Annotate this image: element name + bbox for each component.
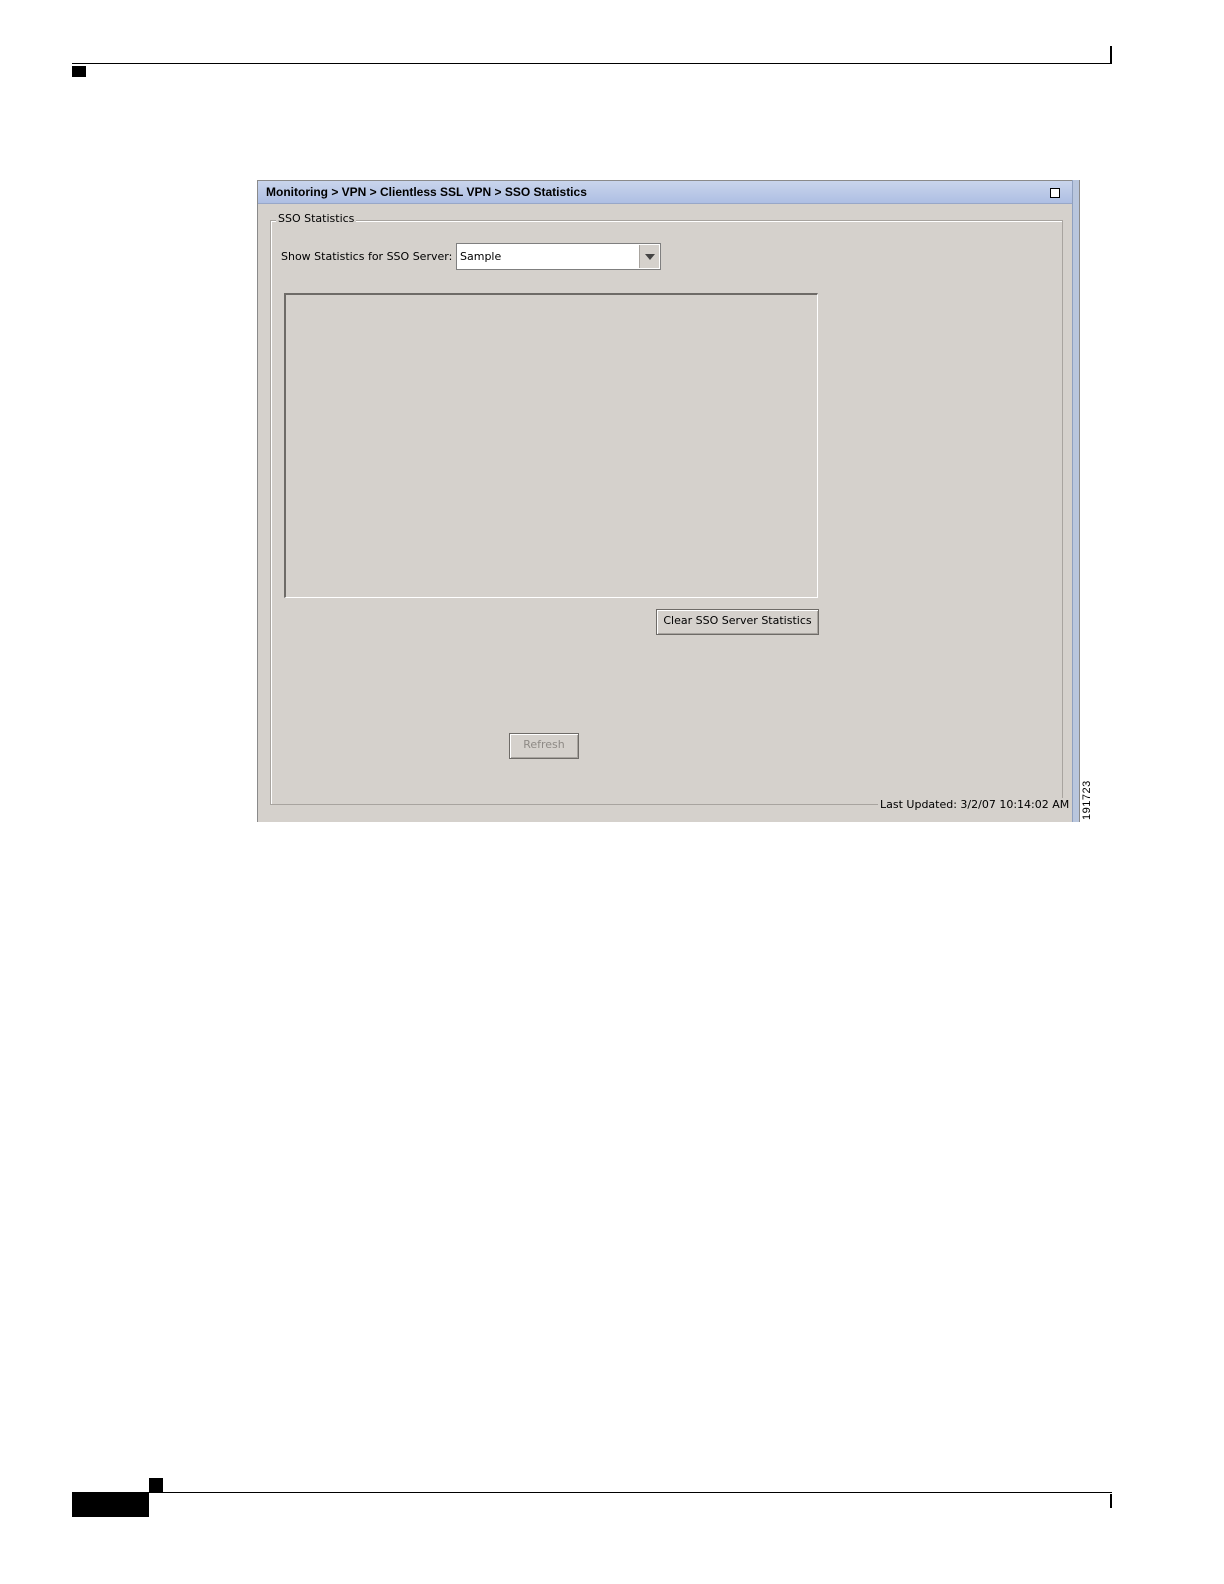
sso-statistics-window: Monitoring > VPN > Clientless SSL VPN > … (257, 180, 1077, 822)
page-footer-rule (72, 1492, 1112, 1493)
chevron-down-icon[interactable] (639, 245, 659, 268)
refresh-button[interactable]: Refresh (509, 733, 579, 759)
clear-sso-statistics-button[interactable]: Clear SSO Server Statistics (656, 609, 819, 635)
sso-server-select[interactable]: Sample (456, 243, 661, 270)
group-legend: SSO Statistics (276, 212, 357, 225)
title-bar: Monitoring > VPN > Clientless SSL VPN > … (258, 181, 1076, 204)
window-scroll-edge (1072, 180, 1080, 822)
page-header-tick (1110, 46, 1112, 64)
page-header-marker (72, 66, 86, 77)
maximize-icon[interactable] (1050, 188, 1060, 198)
sso-server-label: Show Statistics for SSO Server: (281, 250, 453, 263)
statistics-display-panel (284, 293, 818, 598)
last-updated-status: Last Updated: 3/2/07 10:14:02 AM (878, 798, 1072, 811)
figure-number: 191723 (1081, 780, 1093, 820)
page-footer-tick (1110, 1494, 1112, 1508)
page-footer-bar (72, 1493, 149, 1517)
sso-server-selected-value: Sample (460, 250, 502, 263)
page-header-rule (72, 63, 1112, 64)
page-footer-marker (149, 1478, 163, 1492)
breadcrumb: Monitoring > VPN > Clientless SSL VPN > … (266, 185, 587, 199)
